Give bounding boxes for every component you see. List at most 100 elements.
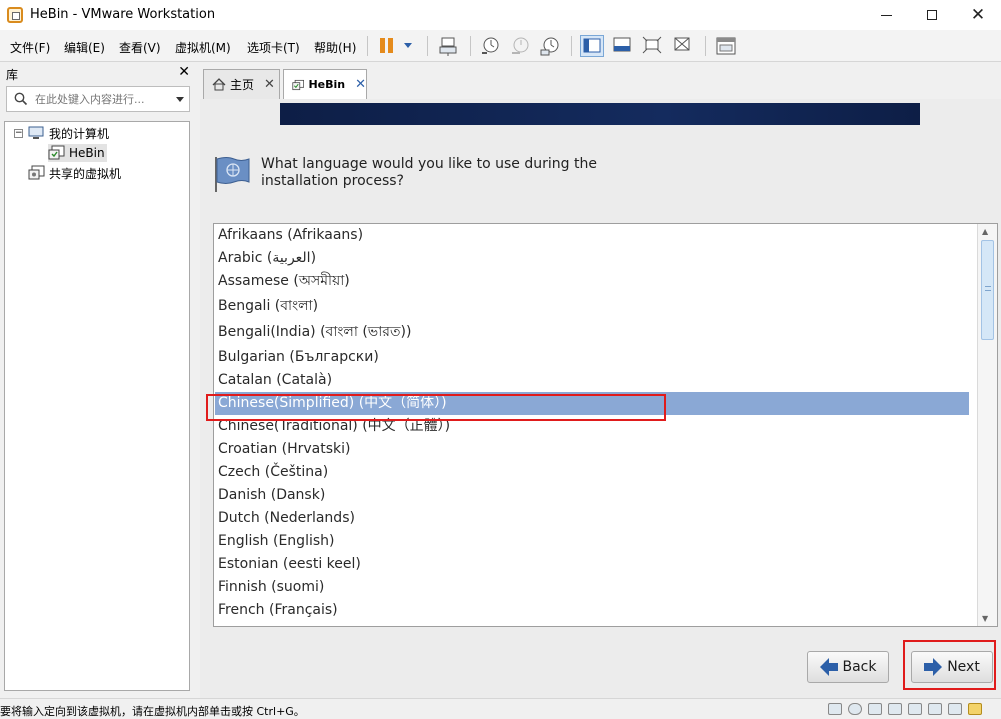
network-icon[interactable] <box>868 703 882 715</box>
language-option[interactable]: Finnish (suomi) <box>215 576 969 599</box>
tree-item-hebin[interactable]: HeBin <box>48 144 107 162</box>
highlight-selected-language <box>206 394 666 421</box>
scrollbar-thumb[interactable] <box>981 240 994 340</box>
vm-icon <box>292 79 305 90</box>
language-option[interactable]: Afrikaans (Afrikaans) <box>215 224 969 247</box>
cdrom-icon[interactable] <box>848 703 862 715</box>
language-list[interactable]: Afrikaans (Afrikaans) Arabic (العربية) Ass… <box>213 223 998 627</box>
snapshot-manager-icon <box>540 37 559 56</box>
unity-icon <box>674 37 690 51</box>
shared-vm-icon <box>28 165 45 180</box>
library-close-icon[interactable]: ✕ <box>178 64 190 80</box>
language-option[interactable]: Czech (Čeština) <box>215 461 969 484</box>
thumbnail-view-button[interactable] <box>714 35 738 57</box>
language-option[interactable]: French (Français) <box>215 599 969 622</box>
grip-icon <box>985 286 991 291</box>
arrow-left-icon <box>819 658 838 676</box>
library-search-box[interactable] <box>6 86 190 112</box>
language-option[interactable]: Dutch (Nederlands) <box>215 507 969 530</box>
thumbnail-view-icon <box>716 37 736 55</box>
snapshot-take-icon <box>482 37 499 54</box>
status-bar: 要将输入定向到该虚拟机，请在虚拟机内部单击或按 Ctrl+G。 <box>0 698 1001 719</box>
collapse-icon[interactable]: − <box>14 128 23 138</box>
library-tree: − 我的计算机 HeBin 共享的虚拟机 <box>4 121 190 691</box>
library-title: 库 <box>6 68 19 82</box>
highlight-next-button <box>903 640 996 690</box>
menu-tabs[interactable]: 选项卡(T) <box>247 39 300 56</box>
library-search-input[interactable] <box>35 91 165 107</box>
home-icon <box>212 78 226 91</box>
menu-edit[interactable]: 编辑(E) <box>64 39 105 56</box>
show-library-button[interactable] <box>580 35 604 57</box>
menu-view[interactable]: 查看(V) <box>119 39 161 56</box>
tab-home[interactable]: 主页 ✕ <box>203 69 280 99</box>
folder-icon[interactable] <box>968 703 982 715</box>
tree-item-label: HeBin <box>69 146 105 160</box>
language-option[interactable]: Arabic (العربية) <box>215 247 969 270</box>
tree-item-my-computer[interactable]: − 我的计算机 <box>14 124 109 142</box>
pause-icon <box>380 38 385 53</box>
computer-icon <box>28 126 44 139</box>
maximize-button[interactable] <box>909 0 955 30</box>
power-dropdown-button[interactable] <box>400 35 416 57</box>
language-option[interactable]: Croatian (Hrvatski) <box>215 438 969 461</box>
scroll-up-icon[interactable]: ▲ <box>982 227 988 236</box>
vm-icon <box>48 145 65 160</box>
printer-icon[interactable] <box>908 703 922 715</box>
toolbar-separator <box>367 36 368 56</box>
pause-icon-bar <box>388 38 393 53</box>
window-title: HeBin - VMware Workstation <box>30 7 216 22</box>
fullscreen-button[interactable] <box>641 35 665 57</box>
language-option[interactable]: Assamese (অসমীয়া) <box>215 270 969 293</box>
toolbar-separator <box>470 36 471 56</box>
prompt-line-1: What language would you like to use duri… <box>261 156 597 172</box>
tree-item-label: 共享的虚拟机 <box>49 166 122 181</box>
display-icon[interactable] <box>948 703 962 715</box>
tab-close-icon[interactable]: ✕ <box>264 77 275 92</box>
language-option[interactable]: Danish (Dansk) <box>215 484 969 507</box>
back-button[interactable]: Back <box>807 651 889 683</box>
tree-item-shared-vms[interactable]: 共享的虚拟机 <box>28 164 121 182</box>
minimize-button[interactable] <box>863 0 909 30</box>
toolbar-separator <box>705 36 706 56</box>
sound-icon[interactable] <box>928 703 942 715</box>
tree-item-label: 我的计算机 <box>49 126 110 141</box>
language-flag-icon <box>215 157 250 192</box>
chevron-down-icon <box>404 43 412 48</box>
pause-button[interactable] <box>375 35 399 57</box>
tab-strip: 主页 ✕ HeBin ✕ <box>200 67 1001 99</box>
console-view-button[interactable] <box>611 35 635 57</box>
tab-close-icon[interactable]: ✕ <box>355 77 366 92</box>
tab-label: HeBin <box>308 78 346 91</box>
menu-file[interactable]: 文件(F) <box>10 39 50 56</box>
search-dropdown-icon[interactable] <box>176 97 184 102</box>
scroll-down-icon[interactable]: ▼ <box>982 614 988 623</box>
send-ctrl-alt-del-button[interactable] <box>437 35 461 57</box>
revert-snapshot-button[interactable] <box>509 35 533 57</box>
language-option[interactable]: Estonian (eesti keel) <box>215 553 969 576</box>
unity-button[interactable] <box>671 35 695 57</box>
menu-toolbar: 文件(F) 编辑(E) 查看(V) 虚拟机(M) 选项卡(T) 帮助(H) <box>0 30 1001 62</box>
menu-vm[interactable]: 虚拟机(M) <box>175 39 231 56</box>
snapshot-revert-icon <box>512 37 529 54</box>
hdd-icon[interactable] <box>828 703 842 715</box>
close-window-button[interactable]: ✕ <box>955 0 1001 30</box>
library-view-icon <box>583 38 601 53</box>
fullscreen-icon <box>642 36 662 54</box>
vmware-app-icon <box>7 7 23 23</box>
usb-icon[interactable] <box>888 703 902 715</box>
vertical-scrollbar[interactable]: ▲ ▼ <box>977 224 997 626</box>
language-option[interactable]: Catalan (Català) <box>215 369 969 392</box>
library-header: 库 ✕ <box>0 62 198 84</box>
tab-hebin[interactable]: HeBin ✕ <box>283 69 367 99</box>
menu-help[interactable]: 帮助(H) <box>314 39 356 56</box>
prompt-line-2: installation process? <box>261 173 404 189</box>
language-option[interactable]: Bengali (বাংলা) <box>215 295 969 318</box>
take-snapshot-button[interactable] <box>479 35 503 57</box>
send-keys-icon <box>439 37 457 56</box>
language-option[interactable]: English (English) <box>215 530 969 553</box>
snapshot-manager-button[interactable] <box>539 35 563 57</box>
status-message: 要将输入定向到该虚拟机，请在虚拟机内部单击或按 Ctrl+G。 <box>0 705 305 718</box>
language-option[interactable]: Bengali(India) (বাংলা (ভারত)) <box>215 321 969 344</box>
language-option[interactable]: Bulgarian (Български) <box>215 346 969 369</box>
